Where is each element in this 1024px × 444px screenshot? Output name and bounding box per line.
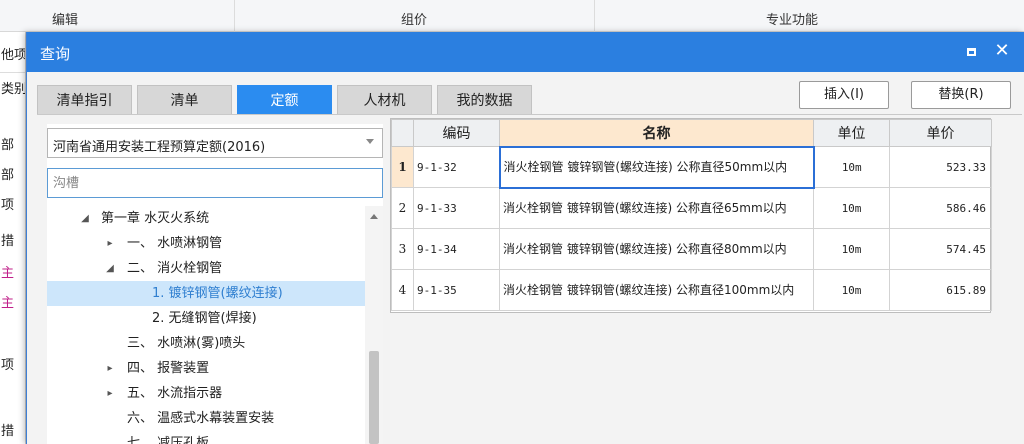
tree-node-galvanized-pipe[interactable]: 1. 镀锌钢管(螺纹连接) bbox=[47, 281, 365, 306]
chevron-down-icon bbox=[366, 139, 374, 144]
row-code[interactable]: 9-1-33 bbox=[413, 187, 500, 229]
row-code[interactable]: 9-1-35 bbox=[413, 269, 500, 311]
column-header-name[interactable]: 名称 bbox=[499, 119, 814, 147]
row-price[interactable]: 586.46 bbox=[889, 187, 992, 229]
tree-node-orifice-plate[interactable]: 七、 减压孔板 bbox=[47, 431, 365, 444]
quota-library-select[interactable]: 河南省通用安装工程预算定额(2016) bbox=[47, 128, 383, 158]
bg-cell: 部 bbox=[1, 138, 15, 153]
tree-node-water-curtain[interactable]: 六、 温感式水幕装置安装 bbox=[47, 406, 365, 431]
tree-scrollbar[interactable] bbox=[365, 206, 383, 444]
toolbar-group-professional[interactable]: 专业功能 bbox=[766, 9, 818, 28]
bg-cell: 项 bbox=[1, 198, 15, 213]
column-header-index[interactable] bbox=[391, 119, 414, 147]
row-unit[interactable]: 10m bbox=[813, 228, 890, 270]
close-icon[interactable]: ✕ bbox=[991, 40, 1013, 62]
row-name[interactable]: 消火栓钢管 镀锌钢管(螺纹连接) 公称直径80mm以内 bbox=[499, 228, 814, 270]
tree-node-chapter1[interactable]: ◢ 第一章 水灭火系统 bbox=[47, 206, 365, 231]
row-code[interactable]: 9-1-34 bbox=[413, 228, 500, 270]
replace-button[interactable]: 替换(R) bbox=[911, 81, 1011, 109]
insert-button[interactable]: 插入(I) bbox=[799, 81, 889, 109]
tree-node-seamless-pipe[interactable]: 2. 无缝钢管(焊接) bbox=[47, 306, 365, 331]
tree-node-label: 四、 报警装置 bbox=[127, 361, 210, 376]
tree-node-hydrant-pipe[interactable]: ◢ 二、 消火栓钢管 bbox=[47, 256, 365, 281]
tab-divider bbox=[37, 114, 1022, 115]
table-row[interactable]: 2 9-1-33 消火栓钢管 镀锌钢管(螺纹连接) 公称直径65mm以内 10m… bbox=[391, 187, 992, 229]
maximize-icon[interactable] bbox=[963, 43, 981, 61]
expanded-triangle-icon[interactable]: ◢ bbox=[79, 206, 91, 231]
table-row[interactable]: 3 9-1-34 消火栓钢管 镀锌钢管(螺纹连接) 公称直径80mm以内 10m… bbox=[391, 228, 992, 270]
toolbar-group-edit[interactable]: 编辑 bbox=[52, 9, 78, 28]
row-index: 4 bbox=[391, 269, 414, 311]
collapsed-triangle-icon[interactable]: ▸ bbox=[104, 356, 116, 381]
row-unit[interactable]: 10m bbox=[813, 187, 890, 229]
bg-cell: 项 bbox=[1, 358, 15, 373]
bg-cell: 措 bbox=[1, 424, 15, 439]
bg-cell: 类别 bbox=[1, 82, 26, 97]
toolbar-separator bbox=[594, 0, 595, 32]
toolbar-group-pricing[interactable]: 组价 bbox=[401, 9, 427, 28]
tree-node-label: 2. 无缝钢管(焊接) bbox=[152, 311, 257, 326]
row-index: 3 bbox=[391, 228, 414, 270]
dialog-titlebar[interactable]: 查询 ✕ bbox=[27, 32, 1024, 72]
toolbar-separator bbox=[234, 0, 235, 32]
tree-node-sprinkler-heads[interactable]: 三、 水喷淋(雾)喷头 bbox=[47, 331, 365, 356]
row-unit[interactable]: 10m bbox=[813, 269, 890, 311]
tree-node-sprinkler-pipe[interactable]: ▸ 一、 水喷淋钢管 bbox=[47, 231, 365, 256]
search-input[interactable] bbox=[47, 168, 383, 198]
query-dialog: 查询 ✕ 清单指引 清单 定额 人材机 我的数据 插入(I) 替换(R) 河南省… bbox=[26, 32, 1024, 444]
table-row[interactable]: 4 9-1-35 消火栓钢管 镀锌钢管(螺纹连接) 公称直径100mm以内 10… bbox=[391, 269, 992, 311]
background-toolbar: 编辑 组价 专业功能 bbox=[0, 0, 1024, 32]
tab-my-data[interactable]: 我的数据 bbox=[437, 85, 532, 115]
tree-node-label: 第一章 水灭火系统 bbox=[101, 211, 210, 226]
row-price[interactable]: 523.33 bbox=[889, 146, 992, 188]
row-name[interactable]: 消火栓钢管 镀锌钢管(螺纹连接) 公称直径100mm以内 bbox=[499, 269, 814, 311]
bg-cell: 部 bbox=[1, 168, 15, 183]
background-left-column: 他项 类别 部 部 项 措 主 主 项 措 bbox=[0, 32, 26, 444]
tree-node-label: 六、 温感式水幕装置安装 bbox=[127, 411, 275, 426]
tab-quota[interactable]: 定额 bbox=[237, 85, 332, 115]
collapsed-triangle-icon[interactable]: ▸ bbox=[104, 381, 116, 406]
tab-bill[interactable]: 清单 bbox=[137, 85, 232, 115]
column-header-unit[interactable]: 单位 bbox=[813, 119, 890, 147]
tree-node-label: 二、 消火栓钢管 bbox=[127, 261, 223, 276]
tree-node-flow-indicator[interactable]: ▸ 五、 水流指示器 bbox=[47, 381, 365, 406]
tab-bill-guide[interactable]: 清单指引 bbox=[37, 85, 132, 115]
row-price[interactable]: 574.45 bbox=[889, 228, 992, 270]
column-header-code[interactable]: 编码 bbox=[413, 119, 500, 147]
chapter-tree: ◢ 第一章 水灭火系统 ▸ 一、 水喷淋钢管 ◢ 二、 消火栓钢管 1. 镀锌钢… bbox=[47, 206, 383, 444]
dialog-title: 查询 bbox=[40, 45, 71, 63]
scrollbar-thumb[interactable] bbox=[369, 351, 379, 444]
bg-cell: 他项 bbox=[1, 48, 26, 63]
quota-grid: 编码 名称 单位 单价 1 9-1-32 消火栓钢管 镀锌钢管(螺纹连接) 公称… bbox=[390, 118, 992, 313]
row-unit[interactable]: 10m bbox=[813, 146, 890, 188]
row-name[interactable]: 消火栓钢管 镀锌钢管(螺纹连接) 公称直径65mm以内 bbox=[499, 187, 814, 229]
row-index: 2 bbox=[391, 187, 414, 229]
scroll-up-icon[interactable] bbox=[370, 214, 378, 219]
tree-node-label: 1. 镀锌钢管(螺纹连接) bbox=[152, 286, 283, 301]
bg-cell: 主 bbox=[1, 266, 15, 281]
row-index: 1 bbox=[391, 146, 414, 188]
column-header-price[interactable]: 单价 bbox=[889, 119, 992, 147]
tree-node-alarm-device[interactable]: ▸ 四、 报警装置 bbox=[47, 356, 365, 381]
table-row[interactable]: 1 9-1-32 消火栓钢管 镀锌钢管(螺纹连接) 公称直径50mm以内 10m… bbox=[391, 145, 992, 189]
left-panel: 河南省通用安装工程预算定额(2016) ◢ 第一章 水灭火系统 ▸ 一、 水喷淋… bbox=[47, 124, 383, 444]
tree-node-label: 七、 减压孔板 bbox=[127, 436, 210, 444]
collapsed-triangle-icon[interactable]: ▸ bbox=[104, 231, 116, 256]
row-code[interactable]: 9-1-32 bbox=[413, 146, 500, 188]
bg-cell: 措 bbox=[1, 234, 15, 249]
quota-library-value: 河南省通用安装工程预算定额(2016) bbox=[53, 140, 266, 155]
tree-node-label: 五、 水流指示器 bbox=[127, 386, 223, 401]
tab-labor-material-machine[interactable]: 人材机 bbox=[337, 85, 432, 115]
tree-node-label: 一、 水喷淋钢管 bbox=[127, 236, 223, 251]
row-price[interactable]: 615.89 bbox=[889, 269, 992, 311]
row-name[interactable]: 消火栓钢管 镀锌钢管(螺纹连接) 公称直径50mm以内 bbox=[498, 145, 815, 189]
expanded-triangle-icon[interactable]: ◢ bbox=[104, 256, 116, 281]
bg-line bbox=[0, 72, 25, 73]
tree-node-label: 三、 水喷淋(雾)喷头 bbox=[127, 336, 246, 351]
bg-cell: 主 bbox=[1, 296, 15, 311]
